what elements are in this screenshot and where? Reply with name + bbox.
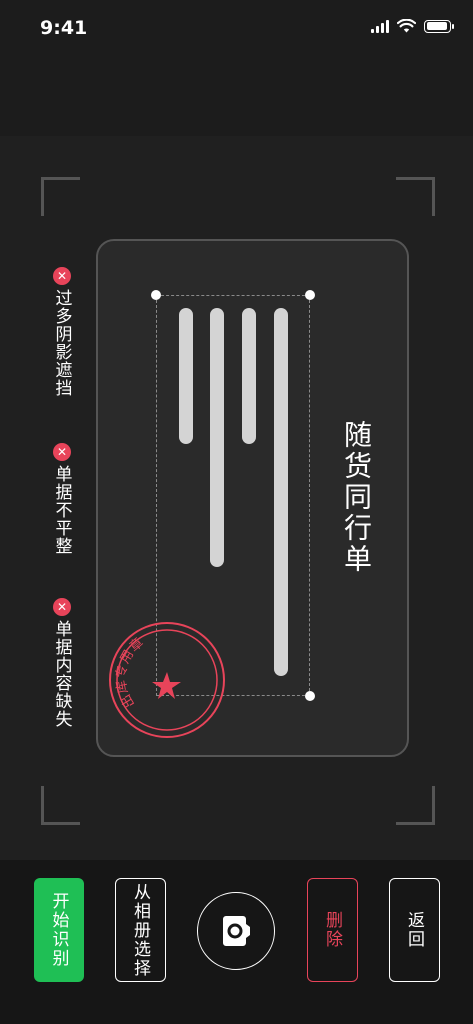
- tip-item-flat: ✕ 单据不平整: [50, 443, 74, 555]
- camera-icon: [223, 916, 250, 946]
- viewfinder-corner-top-left: [41, 177, 80, 216]
- crop-handle-bottom-right[interactable]: [305, 691, 315, 701]
- start-recognition-button[interactable]: 开始识别: [34, 878, 84, 982]
- x-circle-icon: ✕: [53, 267, 71, 285]
- delete-label: 删除: [322, 911, 342, 949]
- battery-icon: [424, 19, 454, 33]
- svg-text:出库专用章: 出库专用章: [107, 634, 171, 712]
- tip-label: 单据不平整: [51, 465, 72, 555]
- viewfinder-corner-bottom-right: [396, 786, 435, 825]
- document-title: 随货同行单: [340, 420, 373, 575]
- text-line-placeholder: [242, 308, 256, 444]
- text-line-placeholder: [179, 308, 193, 444]
- delete-button[interactable]: 删除: [307, 878, 358, 982]
- stamp-text: 出库专用章: [107, 634, 171, 712]
- x-circle-icon: ✕: [53, 443, 71, 461]
- back-button[interactable]: 返回: [389, 878, 440, 982]
- choose-from-album-label: 从相册选择: [130, 882, 150, 978]
- stamp-seal: 出库专用章: [107, 622, 225, 738]
- top-band: [0, 60, 473, 136]
- tip-label: 过多阴影遮挡: [51, 289, 72, 397]
- shutter-button[interactable]: [197, 892, 275, 970]
- status-icons: [371, 19, 454, 33]
- cellular-signal-icon: [371, 19, 389, 33]
- crop-handle-top-left[interactable]: [151, 290, 161, 300]
- viewfinder-corner-bottom-left: [41, 786, 80, 825]
- crop-handle-top-right[interactable]: [305, 290, 315, 300]
- choose-from-album-button[interactable]: 从相册选择: [115, 878, 166, 982]
- x-circle-icon: ✕: [53, 598, 71, 616]
- wifi-icon: [397, 19, 416, 33]
- tip-label: 单据内容缺失: [51, 620, 72, 728]
- text-line-placeholder: [210, 308, 224, 567]
- start-recognition-label: 开始识别: [48, 892, 69, 968]
- status-bar: 9:41: [0, 0, 473, 60]
- tip-item-shadow: ✕ 过多阴影遮挡: [50, 267, 74, 397]
- back-label: 返回: [404, 911, 424, 949]
- status-time: 9:41: [40, 17, 88, 39]
- tip-item-missing: ✕ 单据内容缺失: [50, 598, 74, 728]
- viewfinder-corner-top-right: [396, 177, 435, 216]
- text-line-placeholder: [274, 308, 288, 676]
